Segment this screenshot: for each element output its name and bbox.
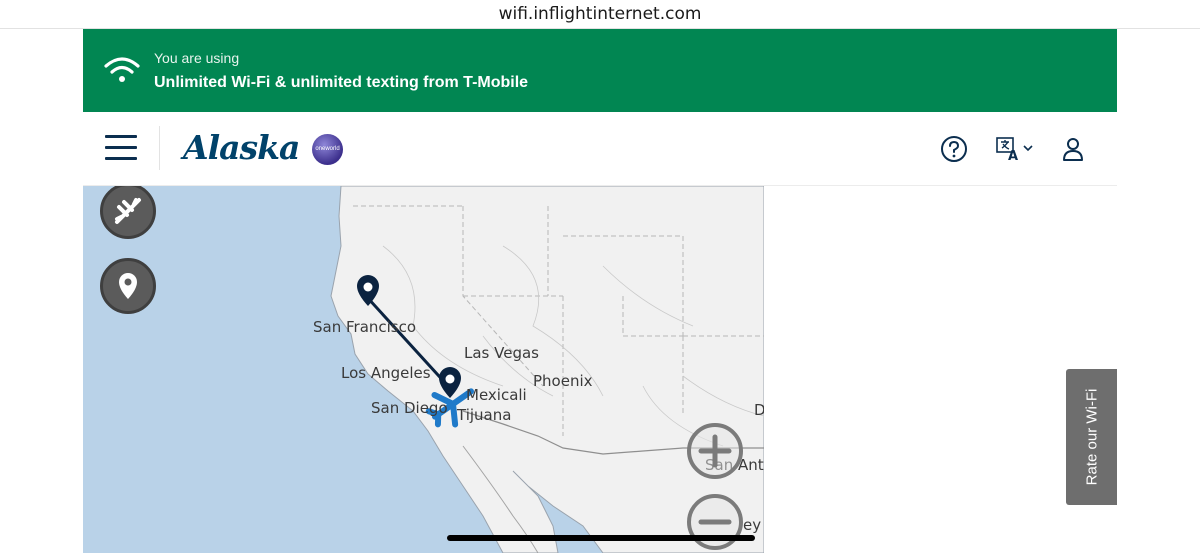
city-tijuana: Tijuana [457, 406, 512, 424]
rate-wifi-label: Rate our Wi-Fi [1083, 388, 1100, 486]
city-san-francisco: San Francisco [313, 318, 417, 336]
url-text: wifi.inflightinternet.com [498, 4, 702, 24]
alaska-logo[interactable]: Alaska [183, 128, 300, 167]
flight-map[interactable]: San Francisco Las Vegas Los Angeles Mexi… [83, 186, 764, 553]
rate-wifi-button[interactable]: Rate our Wi-Fi [1066, 369, 1117, 505]
zoom-out-icon[interactable] [687, 494, 743, 550]
banner-subtitle: You are using [154, 50, 240, 66]
city-san-diego: San Diego [371, 399, 448, 417]
city-partial-d: D [754, 401, 764, 419]
home-indicator[interactable] [447, 535, 755, 541]
city-partial-ey: ey [743, 516, 762, 534]
header-divider [159, 126, 160, 170]
city-las-vegas: Las Vegas [464, 344, 539, 362]
menu-icon[interactable] [105, 135, 137, 163]
help-icon[interactable] [939, 134, 969, 164]
banner-title: Unlimited Wi-Fi & unlimited texting from… [154, 74, 529, 91]
city-mexicali: Mexicali [466, 386, 527, 404]
location-pin-icon[interactable] [100, 258, 156, 314]
svg-text:A: A [1008, 149, 1018, 164]
city-los-angeles: Los Angeles [341, 364, 431, 382]
site-header: Alaska oneworld A [83, 112, 1117, 186]
zoom-in-icon[interactable] [687, 423, 743, 479]
user-icon[interactable] [1058, 134, 1088, 164]
browser-url-bar[interactable]: wifi.inflightinternet.com [0, 0, 1200, 29]
language-icon[interactable]: A [995, 134, 1039, 164]
city-phoenix: Phoenix [533, 372, 593, 390]
wifi-icon [104, 57, 140, 82]
oneworld-badge: oneworld [312, 134, 343, 165]
connection-banner: You are using Unlimited Wi-Fi & unlimite… [83, 29, 1117, 112]
